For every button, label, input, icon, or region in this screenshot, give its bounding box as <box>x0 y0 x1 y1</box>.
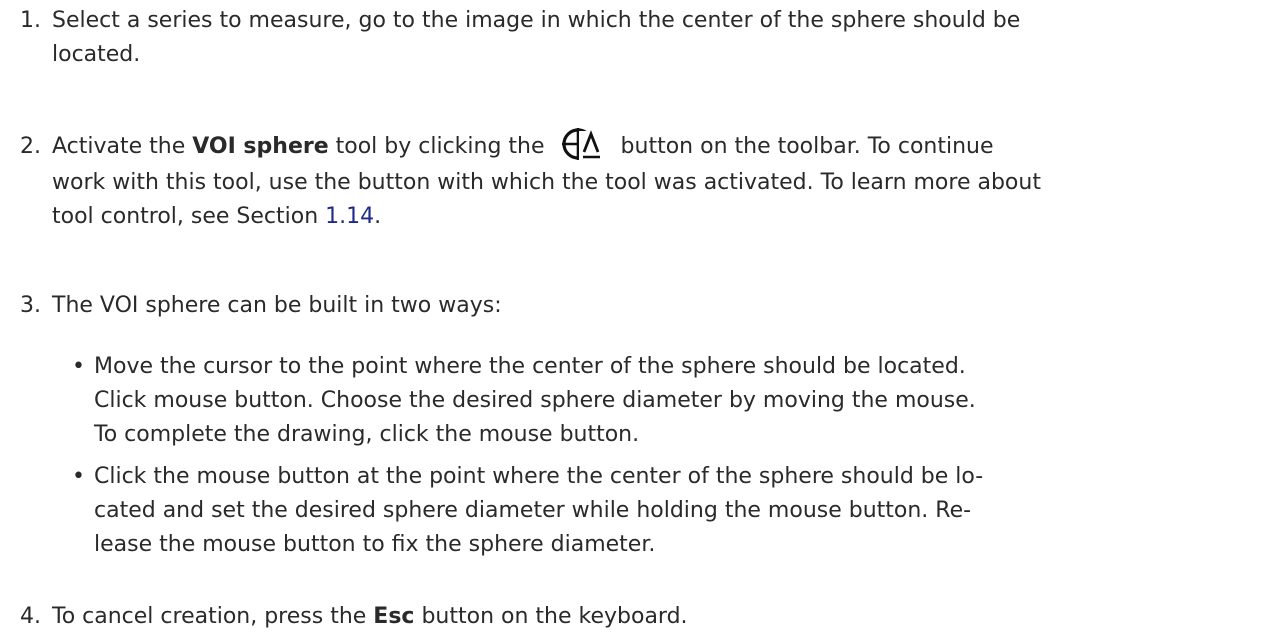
step-3: 3. The VOI sphere can be built in two way… <box>20 289 1248 323</box>
step-2-line-3-suffix: . <box>374 204 382 229</box>
step-2: 2. Activate the VOI sphere tool by clicki… <box>20 128 1248 234</box>
step-3-text: The VOI sphere can be built in two ways: <box>52 293 502 318</box>
step-1: 1. Select a series to measure, go to the … <box>20 4 1248 72</box>
step-4-line-1: 4. To cancel creation, press the Esc butt… <box>20 600 1248 634</box>
tool-name: VOI sphere <box>192 134 329 159</box>
step-2-after-icon: button on the toolbar. To continue <box>620 134 994 159</box>
bullet-1-line-2: Click mouse button. Choose the desired s… <box>94 388 976 413</box>
step-number: 4. <box>20 604 41 629</box>
step-4: 4. To cancel creation, press the Esc butt… <box>20 600 1248 634</box>
step-number: 1. <box>20 8 41 33</box>
step-2-mid: tool by clicking the <box>328 134 545 159</box>
step-1-text: Select a series to measure, go to the im… <box>52 8 1021 33</box>
step-number: 3. <box>20 293 41 318</box>
step-2-line-3-prefix: tool control, see Section <box>52 204 326 229</box>
bullet-1-line-1: Move the cursor to the point where the c… <box>94 354 966 379</box>
step-3-line-1: 3. The VOI sphere can be built in two way… <box>20 289 1248 323</box>
bullet-2-line-3: lease the mouse button to fix the sphere… <box>94 532 656 557</box>
step-1-line-1: 1. Select a series to measure, go to the … <box>20 4 1248 38</box>
step-4-prefix: To cancel creation, press the <box>52 604 374 629</box>
bullet-item-2: • Click the mouse button at the point wh… <box>72 460 1248 562</box>
bullet-2-line-1: Click the mouse button at the point wher… <box>94 464 984 489</box>
step-2-line-3: tool control, see Section 1.14. <box>20 200 1248 234</box>
step-2-line-2: work with this tool, use the button with… <box>52 170 1041 195</box>
voi-sphere-tool-icon <box>561 125 605 163</box>
bullet-2-line-2: cated and set the desired sphere diamete… <box>94 498 972 523</box>
step-2-line-1: 2. Activate the VOI sphere tool by clicki… <box>20 128 1248 166</box>
key-name: Esc <box>373 604 415 629</box>
document-page: 1. Select a series to measure, go to the … <box>0 0 1269 644</box>
bullet-dot: • <box>72 354 85 379</box>
bullet-item-1: • Move the cursor to the point where the… <box>72 350 1248 452</box>
step-number: 2. <box>20 134 41 159</box>
bullet-1-line-3: To complete the drawing, click the mouse… <box>94 422 640 447</box>
step-1-line-2: located. <box>52 42 141 67</box>
section-link[interactable]: 1.14 <box>325 204 374 229</box>
bullet-dot: • <box>72 464 85 489</box>
step-4-suffix: button on the keyboard. <box>414 604 688 629</box>
step-2-prefix: Activate the <box>52 134 193 159</box>
